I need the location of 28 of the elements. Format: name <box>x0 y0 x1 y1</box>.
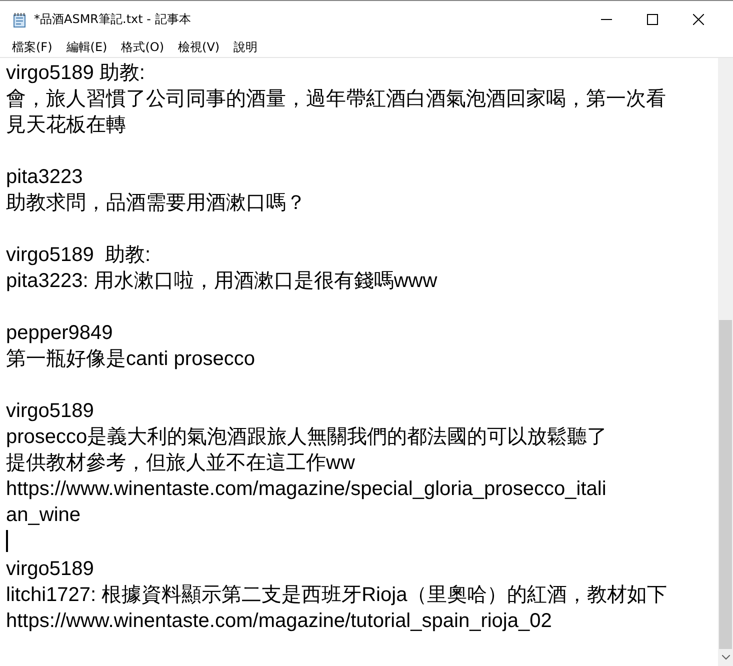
text-line: virgo5189 助教: <box>6 243 151 268</box>
text-line: virgo5189 <box>6 557 94 582</box>
text-line: https://www.winentaste.com/magazine/special_gloria_prosecco_itali <box>6 477 606 502</box>
notepad-icon <box>12 12 28 28</box>
close-icon <box>692 14 704 25</box>
text-line: 提供教材參考，但旅人並不在這工作ww <box>6 451 355 476</box>
menu-item[interactable]: 編輯(E) <box>59 39 114 56</box>
menu-item[interactable]: 說明 <box>226 39 265 56</box>
text-line: an_wine <box>6 503 81 528</box>
text-line: https://www.winentaste.com/magazine/tutorial_spain_rioja_02 <box>6 609 552 634</box>
menu-item[interactable]: 檔案(F) <box>5 39 60 56</box>
text-line: litchi1727: 根據資料顯示第二支是西班牙Rioja（里奧哈）的紅酒，教材如下 <box>6 583 668 608</box>
text-line: pita3223: 用水漱口啦，用酒漱口是很有錢嗎www <box>6 269 438 294</box>
text-line: virgo5189 <box>6 399 94 424</box>
text-line: prosecco是義大利的氣泡酒跟旅人無關我們的都法國的可以放鬆聽了 <box>6 425 608 450</box>
window-title: *品酒ASMR筆記.txt - 記事本 <box>34 11 192 28</box>
maximize-icon <box>646 14 658 25</box>
text-line: 見天花板在轉 <box>6 113 126 138</box>
text-cursor <box>6 530 8 552</box>
menu-item[interactable]: 檢視(V) <box>171 39 227 56</box>
text-line: pepper9849 <box>6 321 113 346</box>
text-line: pita3223 <box>6 165 83 190</box>
menu-item[interactable]: 格式(O) <box>114 39 172 56</box>
text-line: 第一瓶好像是canti prosecco <box>6 347 255 372</box>
text-line: 助教求問，品酒需要用酒漱口嗎？ <box>6 191 306 216</box>
text-line: virgo5189 助教: <box>6 61 145 86</box>
text-line: 會，旅人習慣了公司同事的酒量，過年帶紅酒白酒氣泡酒回家喝，第一次看 <box>6 87 666 112</box>
scrollbar[interactable] <box>718 58 733 666</box>
